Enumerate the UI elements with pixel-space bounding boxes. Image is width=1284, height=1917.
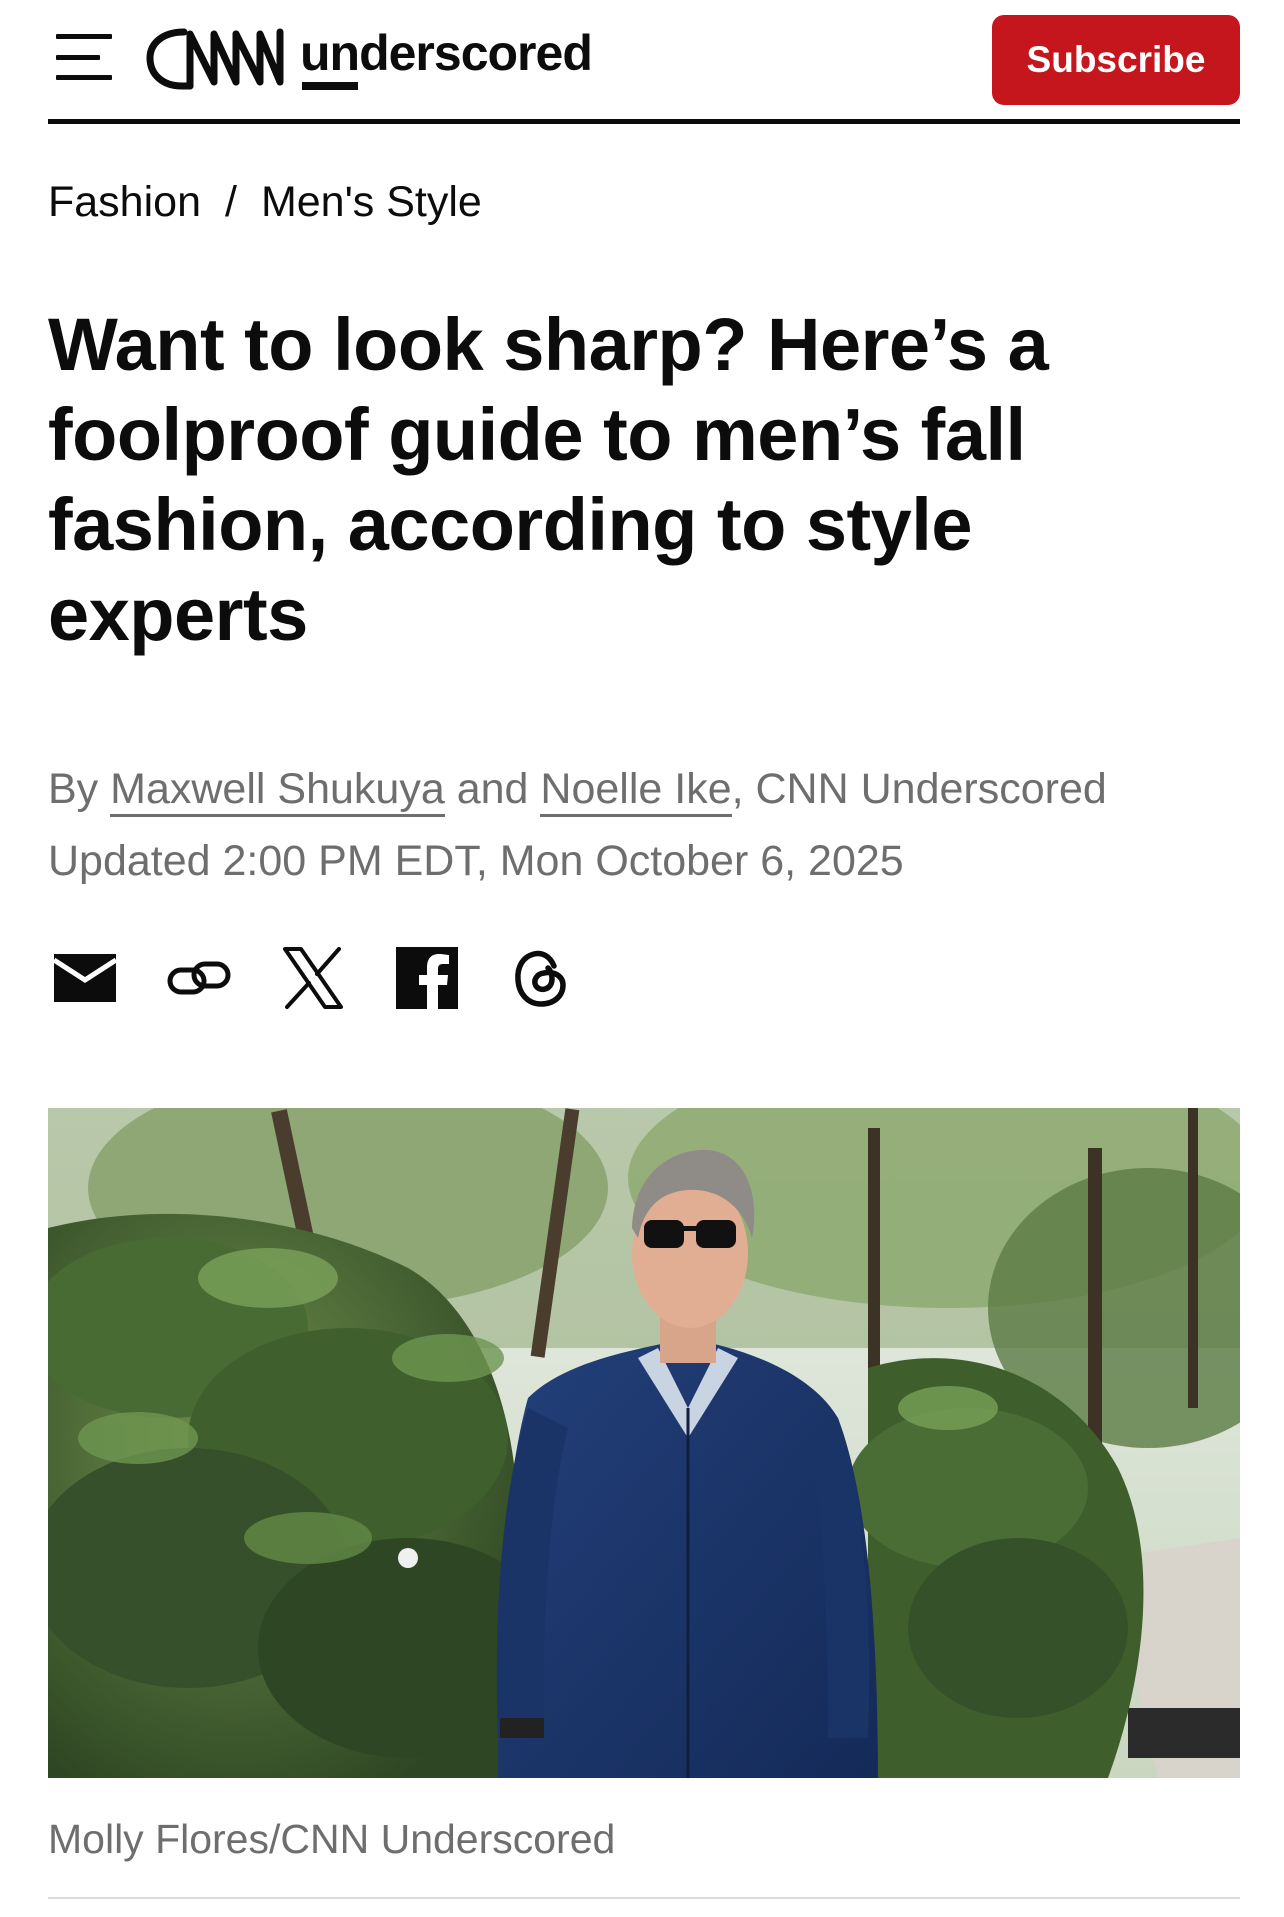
- facebook-icon[interactable]: [394, 945, 460, 1011]
- article-headline: Want to look sharp? Here’s a foolproof g…: [48, 303, 1049, 656]
- article-timestamp: Updated 2:00 PM EDT, Mon October 6, 2025: [48, 837, 904, 885]
- subscribe-button[interactable]: Subscribe: [992, 15, 1240, 105]
- hero-image: [48, 1108, 1240, 1778]
- breadcrumb-fashion[interactable]: Fashion: [48, 178, 201, 227]
- x-icon[interactable]: [280, 945, 346, 1011]
- site-header: underscored Subscribe: [48, 0, 1240, 124]
- copy-link-icon[interactable]: [166, 945, 232, 1011]
- breadcrumb-mens-style[interactable]: Men's Style: [261, 178, 482, 227]
- breadcrumb-separator: /: [224, 178, 237, 226]
- email-icon[interactable]: [52, 945, 118, 1011]
- byline-and: and: [456, 765, 529, 813]
- hero-photo-man-in-garden: [48, 1108, 1240, 1778]
- article-byline: By Maxwell Shukuya and Noelle Ike, CNN U…: [48, 760, 1107, 818]
- share-bar: [52, 946, 622, 1010]
- byline-prefix: By: [48, 765, 99, 813]
- byline-source: , CNN Underscored: [731, 765, 1107, 813]
- threads-icon[interactable]: [508, 945, 574, 1011]
- cnn-logo-icon: [146, 28, 284, 90]
- divider: [48, 1897, 1240, 1899]
- author-link-maxwell-shukuya[interactable]: Maxwell Shukuya: [110, 765, 445, 817]
- site-logo[interactable]: underscored: [144, 18, 593, 98]
- image-caption: Molly Flores/CNN Underscored: [48, 1816, 616, 1862]
- breadcrumb: Fashion / Men's Style: [48, 178, 482, 227]
- author-link-noelle-ike[interactable]: Noelle Ike: [540, 765, 732, 817]
- underscored-wordmark: underscored: [300, 28, 593, 90]
- hamburger-menu-icon[interactable]: [56, 34, 112, 80]
